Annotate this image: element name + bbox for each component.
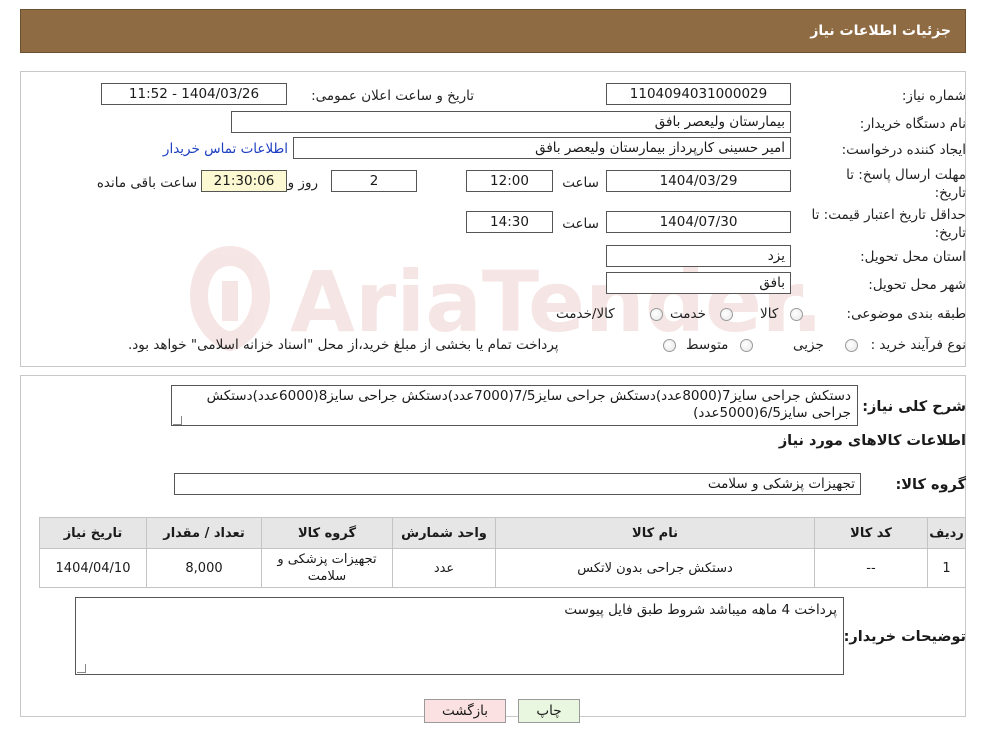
category-goods-label: کالا: [760, 306, 779, 322]
validity-label: حداقل تاریخ اعتبار قیمت: تا تاریخ:: [811, 207, 966, 241]
cell-date: 1404/04/10: [39, 548, 147, 588]
province-label: استان محل تحویل:: [860, 249, 966, 265]
buyer-org-field: بیمارستان ولیعصر بافق: [231, 111, 791, 133]
buyer-contact-link[interactable]: اطلاعات تماس خریدار: [163, 141, 288, 157]
category-service-radio[interactable]: [720, 308, 733, 321]
deadline-label: مهلت ارسال پاسخ: تا تاریخ:: [846, 167, 966, 201]
validity-date-field: 1404/07/30: [606, 211, 791, 233]
creator-label: ایجاد کننده درخواست:: [841, 142, 966, 158]
goods-table-header: ردیف کد کالا نام کالا واحد شمارش گروه کا…: [39, 517, 966, 549]
city-field: بافق: [606, 272, 791, 294]
validity-time-field: 14:30: [466, 211, 553, 233]
page-title: جزئیات اطلاعات نیاز: [810, 23, 951, 39]
process-minor-radio[interactable]: [845, 339, 858, 352]
process-medium-radio[interactable]: [740, 339, 753, 352]
cell-row: 1: [927, 548, 966, 588]
category-both-label: کالا/خدمت: [556, 306, 615, 322]
buyer-notes-label: توضیحات خریدار:: [843, 629, 966, 645]
treasury-checkbox[interactable]: [663, 339, 676, 352]
days-label: روز و: [287, 175, 318, 191]
process-label: نوع فرآیند خرید :: [870, 337, 966, 353]
description-text: دستکش جراحی سایز7(8000عدد)دستکش جراحی سا…: [206, 388, 851, 421]
goods-table: ردیف کد کالا نام کالا واحد شمارش گروه کا…: [39, 517, 966, 588]
col-row: ردیف: [927, 517, 966, 549]
need-number-label: شماره نیاز:: [901, 88, 966, 104]
goods-group-label: گروه کالا:: [895, 477, 966, 493]
creator-field: امیر حسینی کارپرداز بیمارستان ولیعصر باف…: [293, 137, 791, 159]
deadline-time-field: 12:00: [466, 170, 553, 192]
days-remaining-field: 2: [331, 170, 417, 192]
cell-unit: عدد: [392, 548, 496, 588]
description-textarea[interactable]: دستکش جراحی سایز7(8000عدد)دستکش جراحی سا…: [171, 385, 858, 426]
description-label: شرح کلی نیاز:: [862, 399, 966, 415]
announce-label: تاریخ و ساعت اعلان عمومی:: [311, 88, 474, 104]
col-qty: تعداد / مقدار: [146, 517, 262, 549]
buyer-org-label: نام دستگاه خریدار:: [859, 116, 966, 132]
goods-table-wrapper: ردیف کد کالا نام کالا واحد شمارش گروه کا…: [39, 517, 966, 588]
process-minor-label: جزیی: [793, 337, 824, 353]
buyer-notes-text: پرداخت 4 ماهه میباشد شروط طبق فایل پیوست: [564, 602, 837, 618]
col-unit: واحد شمارش: [392, 517, 496, 549]
city-label: شهر محل تحویل:: [868, 277, 966, 293]
col-group: گروه کالا: [261, 517, 393, 549]
resize-handle-icon[interactable]: [173, 416, 182, 425]
validity-time-label: ساعت: [562, 216, 599, 232]
goods-group-field: تجهیزات پزشکی و سلامت: [174, 473, 861, 495]
deadline-time-label: ساعت: [562, 175, 599, 191]
cell-name: دستکش جراحی بدون لاتکس: [495, 548, 815, 588]
col-code: کد کالا: [814, 517, 928, 549]
cell-code: --: [814, 548, 928, 588]
deadline-date-field: 1404/03/29: [606, 170, 791, 192]
back-button[interactable]: بازگشت: [424, 699, 506, 723]
need-number-field: 1104094031000029: [606, 83, 791, 105]
remaining-label: ساعت باقی مانده: [96, 175, 197, 191]
cell-group: تجهیزات پزشکی و سلامت: [261, 548, 393, 588]
announce-datetime-field: 1404/03/26 - 11:52: [101, 83, 287, 105]
goods-section-title: اطلاعات کالاهای مورد نیاز: [778, 433, 966, 449]
col-date: تاریخ نیاز: [39, 517, 147, 549]
page-header: جزئیات اطلاعات نیاز: [20, 9, 966, 53]
buyer-notes-textarea[interactable]: پرداخت 4 ماهه میباشد شروط طبق فایل پیوست: [75, 597, 844, 675]
col-name: نام کالا: [495, 517, 815, 549]
table-row: 1 -- دستکش جراحی بدون لاتکس عدد تجهیزات …: [39, 548, 966, 588]
category-label: طبقه بندی موضوعی:: [846, 306, 966, 322]
print-button[interactable]: چاپ: [518, 699, 580, 723]
province-field: یزد: [606, 245, 791, 267]
remaining-time-field: 21:30:06: [201, 170, 287, 192]
cell-qty: 8,000: [146, 548, 262, 588]
resize-handle-icon[interactable]: [77, 664, 86, 673]
process-note: پرداخت تمام یا بخشی از مبلغ خرید،از محل …: [128, 337, 559, 353]
process-medium-label: متوسط: [686, 337, 729, 353]
category-both-radio[interactable]: [650, 308, 663, 321]
category-goods-radio[interactable]: [790, 308, 803, 321]
category-service-label: خدمت: [670, 306, 706, 322]
